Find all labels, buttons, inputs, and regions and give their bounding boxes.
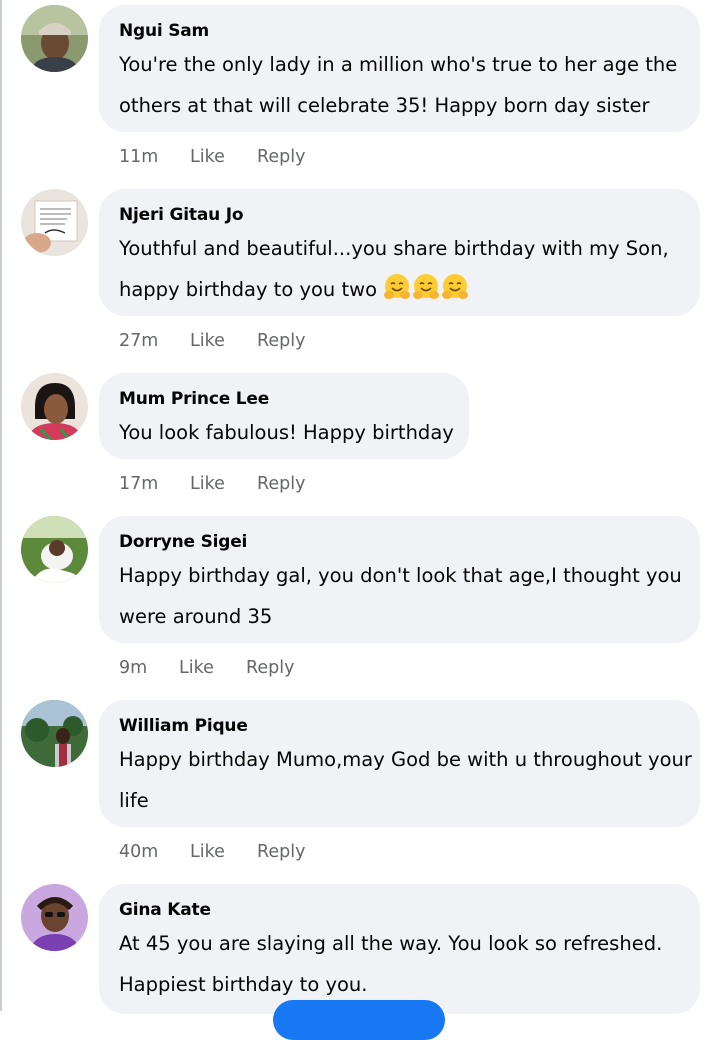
comment-text-line: Happiest birthday to you.: [119, 973, 368, 996]
hugging-face-icon: [384, 274, 411, 299]
comment-text: Happy birthday Mumo,may God be with u th…: [119, 739, 692, 821]
avatar[interactable]: [21, 373, 88, 440]
comment-timestamp[interactable]: 17m: [119, 472, 190, 496]
reply-button[interactable]: Reply: [246, 656, 294, 680]
reply-button[interactable]: Reply: [257, 145, 305, 169]
comment-text: You look fabulous! Happy birthday: [119, 412, 454, 453]
comment-text-line: You look fabulous! Happy birthday: [119, 421, 454, 444]
comment-timestamp[interactable]: 27m: [119, 329, 190, 353]
comment-text: Youthful and beautiful...you share birth…: [119, 228, 680, 310]
comment-actions: 17m Like Reply: [119, 472, 305, 496]
avatar[interactable]: [21, 189, 88, 256]
avatar[interactable]: [21, 516, 88, 583]
like-button[interactable]: Like: [179, 656, 246, 680]
floating-action-button[interactable]: [273, 1000, 445, 1040]
comment-text: Happy birthday gal, you don't look that …: [119, 555, 682, 637]
avatar[interactable]: [21, 884, 88, 951]
comment-text-line: Happy birthday Mumo,may God be with u th…: [119, 748, 692, 771]
avatar[interactable]: [21, 700, 88, 767]
hugging-face-icon: [442, 274, 469, 299]
reply-button[interactable]: Reply: [257, 472, 305, 496]
comment-text-segment: happy birthday to you two: [119, 278, 378, 301]
like-button[interactable]: Like: [190, 472, 257, 496]
comment-actions: 40m Like Reply: [119, 840, 305, 864]
comment-text-line: life: [119, 789, 149, 812]
reply-button[interactable]: Reply: [257, 840, 305, 864]
comment-text-line: were around 35: [119, 605, 273, 628]
reply-button[interactable]: Reply: [257, 329, 305, 353]
comment-author[interactable]: Ngui Sam: [119, 21, 680, 43]
comment-bubble: Dorryne Sigei Happy birthday gal, you do…: [99, 516, 700, 643]
comment-author[interactable]: Dorryne Sigei: [119, 532, 680, 554]
comment-timestamp[interactable]: 11m: [119, 145, 190, 169]
comment-bubble: Mum Prince Lee You look fabulous! Happy …: [99, 373, 469, 459]
like-button[interactable]: Like: [190, 145, 257, 169]
comment-text-line: Happy birthday gal, you don't look that …: [119, 564, 682, 587]
comment-text: At 45 you are slaying all the way. You l…: [119, 923, 680, 1005]
comment-text-line: others at that will celebrate 35! Happy …: [119, 94, 650, 117]
comment-text-line: happy birthday to you two: [119, 269, 680, 310]
comment-timestamp[interactable]: 40m: [119, 840, 190, 864]
comment-text-line: You're the only lady in a million who's …: [119, 53, 678, 76]
comment-text-line: Youthful and beautiful...you share birth…: [119, 237, 669, 260]
comment-actions: 9m Like Reply: [119, 656, 294, 680]
comment-actions: 27m Like Reply: [119, 329, 305, 353]
comment-text-line: At 45 you are slaying all the way. You l…: [119, 932, 663, 955]
comment-bubble: Njeri Gitau Jo Youthful and beautiful...…: [99, 189, 700, 316]
comment-author[interactable]: William Pique: [119, 716, 680, 738]
avatar[interactable]: [21, 5, 88, 72]
hugging-face-icon: [413, 274, 440, 299]
like-button[interactable]: Like: [190, 329, 257, 353]
comment-author[interactable]: Njeri Gitau Jo: [119, 205, 680, 227]
thread-line: [0, 0, 2, 1011]
comment-bubble: Ngui Sam You're the only lady in a milli…: [99, 5, 700, 132]
comment-author[interactable]: Mum Prince Lee: [119, 389, 449, 411]
comment-bubble: Gina Kate At 45 you are slaying all the …: [99, 884, 700, 1014]
comment-text: You're the only lady in a million who's …: [119, 44, 680, 126]
comment-author[interactable]: Gina Kate: [119, 900, 680, 922]
comment-actions: 11m Like Reply: [119, 145, 305, 169]
like-button[interactable]: Like: [190, 840, 257, 864]
comment-bubble: William Pique Happy birthday Mumo,may Go…: [99, 700, 700, 827]
comment-timestamp[interactable]: 9m: [119, 656, 179, 680]
